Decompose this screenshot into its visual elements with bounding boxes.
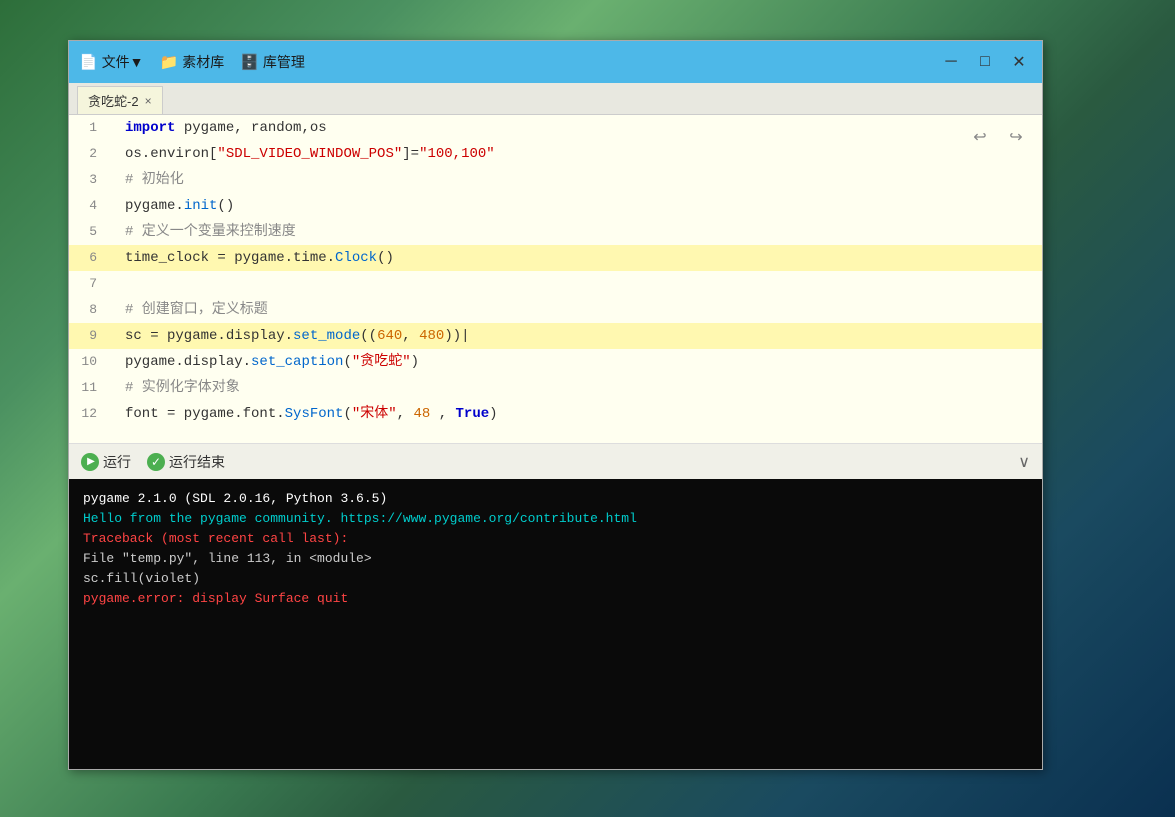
terminal-line-4: File "temp.py", line 113, in <module>: [83, 549, 1028, 569]
terminal-line-2: Hello from the pygame community. https:/…: [83, 509, 1028, 529]
stop-icon: ✓: [147, 453, 165, 471]
terminal-line-1: pygame 2.1.0 (SDL 2.0.16, Python 3.6.5): [83, 489, 1028, 509]
editor-window: 📄 文件▼ 📁 素材库 🗄️ 库管理 ─ □ ✕ 贪吃蛇-2 × ↩: [68, 40, 1043, 770]
line-content-10: pygame.display.set_caption("贪吃蛇"): [121, 349, 1042, 375]
maximize-button[interactable]: □: [972, 49, 998, 75]
line-content-3: # 初始化: [121, 167, 1042, 193]
terminal-line-5: sc.fill(violet): [83, 569, 1028, 589]
line-content-11: # 实例化字体对象: [121, 375, 1042, 401]
line-num-3: 3: [69, 167, 105, 193]
line-num-11: 11: [69, 375, 105, 401]
terminal-text-2: Hello from the pygame community. https:/…: [83, 511, 637, 526]
run-icon: ▶: [81, 453, 99, 471]
code-line-11: 11 # 实例化字体对象: [69, 375, 1042, 401]
editor-area: ↩ ↪ 1 import pygame, random,os 2 os.envi…: [69, 115, 1042, 479]
line-num-8: 8: [69, 297, 105, 323]
stop-label: 运行结束: [169, 452, 225, 472]
line-num-1: 1: [69, 115, 105, 141]
terminal-text-4: File "temp.py", line 113, in <module>: [83, 551, 372, 566]
line-content-12: font = pygame.font.SysFont("宋体", 48 , Tr…: [121, 401, 1042, 427]
terminal-text-3: Traceback (most recent call last):: [83, 531, 348, 546]
line-content-4: pygame.init(): [121, 193, 1042, 219]
code-line-2: 2 os.environ["SDL_VIDEO_WINDOW_POS"]="10…: [69, 141, 1042, 167]
line-content-1: import pygame, random,os: [121, 115, 1042, 141]
file-icon: 📄: [79, 53, 98, 71]
tab-label: 贪吃蛇-2: [88, 91, 139, 110]
menu-item-file[interactable]: 📄 文件▼: [79, 52, 144, 72]
terminal-text-5: sc.fill(violet): [83, 571, 200, 586]
line-num-10: 10: [69, 349, 105, 375]
code-line-1: 1 import pygame, random,os: [69, 115, 1042, 141]
code-line-4: 4 pygame.init(): [69, 193, 1042, 219]
window-controls: ─ □ ✕: [938, 49, 1032, 75]
terminal-output: pygame 2.1.0 (SDL 2.0.16, Python 3.6.5) …: [69, 479, 1042, 769]
menu-item-assets[interactable]: 📁 素材库: [160, 52, 225, 72]
code-line-12: 12 font = pygame.font.SysFont("宋体", 48 ,…: [69, 401, 1042, 427]
line-num-6: 6: [69, 245, 105, 271]
editor-actions: ▶ 运行 ✓ 运行结束 ∨: [69, 443, 1042, 479]
chevron-down-icon[interactable]: ∨: [1018, 452, 1030, 472]
line-num-12: 12: [69, 401, 105, 427]
line-content-8: # 创建窗口，定义标题: [121, 297, 1042, 323]
line-num-9: 9: [69, 323, 105, 349]
close-button[interactable]: ✕: [1006, 49, 1032, 75]
minimize-button[interactable]: ─: [938, 49, 964, 75]
tab-close-button[interactable]: ×: [145, 94, 152, 108]
menu-file-label: 文件▼: [102, 52, 144, 72]
line-num-2: 2: [69, 141, 105, 167]
run-label: 运行: [103, 452, 131, 472]
titlebar: 📄 文件▼ 📁 素材库 🗄️ 库管理 ─ □ ✕: [69, 41, 1042, 83]
code-line-5: 5 # 定义一个变量来控制速度: [69, 219, 1042, 245]
code-line-10: 10 pygame.display.set_caption("贪吃蛇"): [69, 349, 1042, 375]
menu-bar: 📄 文件▼ 📁 素材库 🗄️ 库管理: [79, 52, 928, 72]
tab-bar: 贪吃蛇-2 ×: [69, 83, 1042, 115]
menu-library-label: 库管理: [263, 52, 305, 72]
menu-assets-label: 素材库: [182, 52, 224, 72]
code-line-3: 3 # 初始化: [69, 167, 1042, 193]
line-content-5: # 定义一个变量来控制速度: [121, 219, 1042, 245]
code-editor[interactable]: 1 import pygame, random,os 2 os.environ[…: [69, 115, 1042, 443]
terminal-text-6: pygame.error: display Surface quit: [83, 591, 348, 606]
line-num-7: 7: [69, 271, 105, 297]
assets-icon: 📁: [160, 53, 179, 71]
code-line-9: 9 sc = pygame.display.set_mode((640, 480…: [69, 323, 1042, 349]
menu-item-library[interactable]: 🗄️ 库管理: [240, 52, 305, 72]
code-line-7: 7: [69, 271, 1042, 297]
terminal-text-1: pygame 2.1.0 (SDL 2.0.16, Python 3.6.5): [83, 491, 387, 506]
library-icon: 🗄️: [240, 53, 259, 71]
terminal-line-6: pygame.error: display Surface quit: [83, 589, 1028, 609]
run-button[interactable]: ▶ 运行: [81, 452, 131, 472]
line-num-4: 4: [69, 193, 105, 219]
terminal-line-3: Traceback (most recent call last):: [83, 529, 1028, 549]
tab-snake-2[interactable]: 贪吃蛇-2 ×: [77, 86, 163, 114]
line-content-2: os.environ["SDL_VIDEO_WINDOW_POS"]="100,…: [121, 141, 1042, 167]
code-lines: 1 import pygame, random,os 2 os.environ[…: [69, 115, 1042, 443]
line-content-9: sc = pygame.display.set_mode((640, 480))…: [121, 323, 1042, 349]
line-num-5: 5: [69, 219, 105, 245]
code-line-6: 6 time_clock = pygame.time.Clock(): [69, 245, 1042, 271]
line-content-6: time_clock = pygame.time.Clock(): [121, 245, 1042, 271]
stop-button[interactable]: ✓ 运行结束: [147, 452, 225, 472]
code-line-8: 8 # 创建窗口，定义标题: [69, 297, 1042, 323]
